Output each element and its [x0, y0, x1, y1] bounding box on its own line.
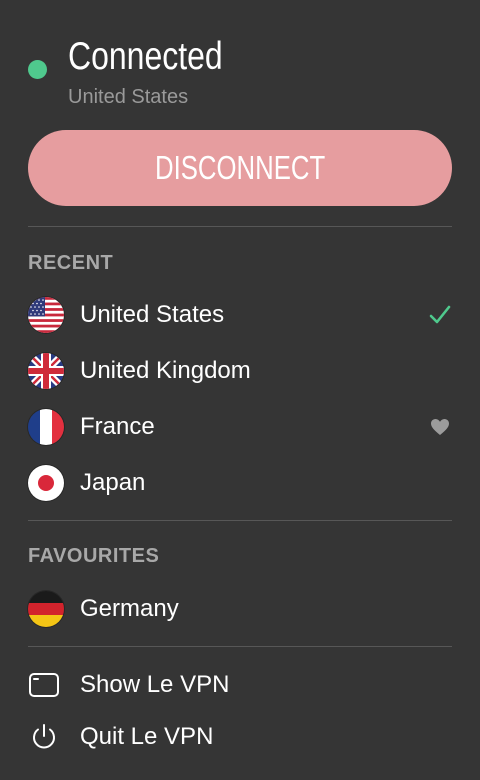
recent-item-label: France — [80, 413, 155, 440]
us-flag-icon — [28, 297, 64, 333]
power-icon — [28, 719, 64, 755]
recent-item-label: United States — [80, 301, 225, 328]
show-app-menu-item[interactable]: Show Le VPN — [28, 663, 452, 707]
favourite-item-germany[interactable]: Germany — [28, 587, 452, 631]
recent-item-united-states[interactable]: United States — [28, 293, 452, 337]
favourites-heading: FAVOURITES — [28, 545, 160, 567]
germany-flag-icon — [28, 591, 64, 627]
status-location: United States — [68, 86, 189, 108]
window-icon — [28, 667, 64, 703]
uk-flag-icon — [28, 353, 64, 389]
recent-item-label: Japan — [80, 469, 146, 496]
disconnect-button-label: DISCONNECT — [154, 149, 326, 186]
japan-flag-icon — [28, 465, 64, 501]
connection-status: Connected United States — [28, 34, 448, 114]
heart-icon[interactable] — [428, 415, 452, 439]
connected-indicator-dot — [28, 60, 47, 79]
checkmark-icon — [428, 303, 452, 327]
recent-item-japan[interactable]: Japan — [28, 461, 452, 505]
divider — [28, 520, 452, 521]
recent-item-united-kingdom[interactable]: United Kingdom — [28, 349, 452, 393]
recent-item-france[interactable]: France — [28, 405, 452, 449]
divider — [28, 226, 452, 227]
status-title: Connected — [68, 35, 223, 78]
disconnect-button[interactable]: DISCONNECT — [28, 130, 452, 206]
france-flag-icon — [28, 409, 64, 445]
recent-heading: RECENT — [28, 252, 114, 274]
favourite-item-label: Germany — [80, 595, 179, 622]
quit-app-label: Quit Le VPN — [80, 723, 214, 750]
quit-app-menu-item[interactable]: Quit Le VPN — [28, 715, 452, 759]
divider — [28, 646, 452, 647]
recent-item-label: United Kingdom — [80, 357, 251, 384]
show-app-label: Show Le VPN — [80, 671, 230, 698]
